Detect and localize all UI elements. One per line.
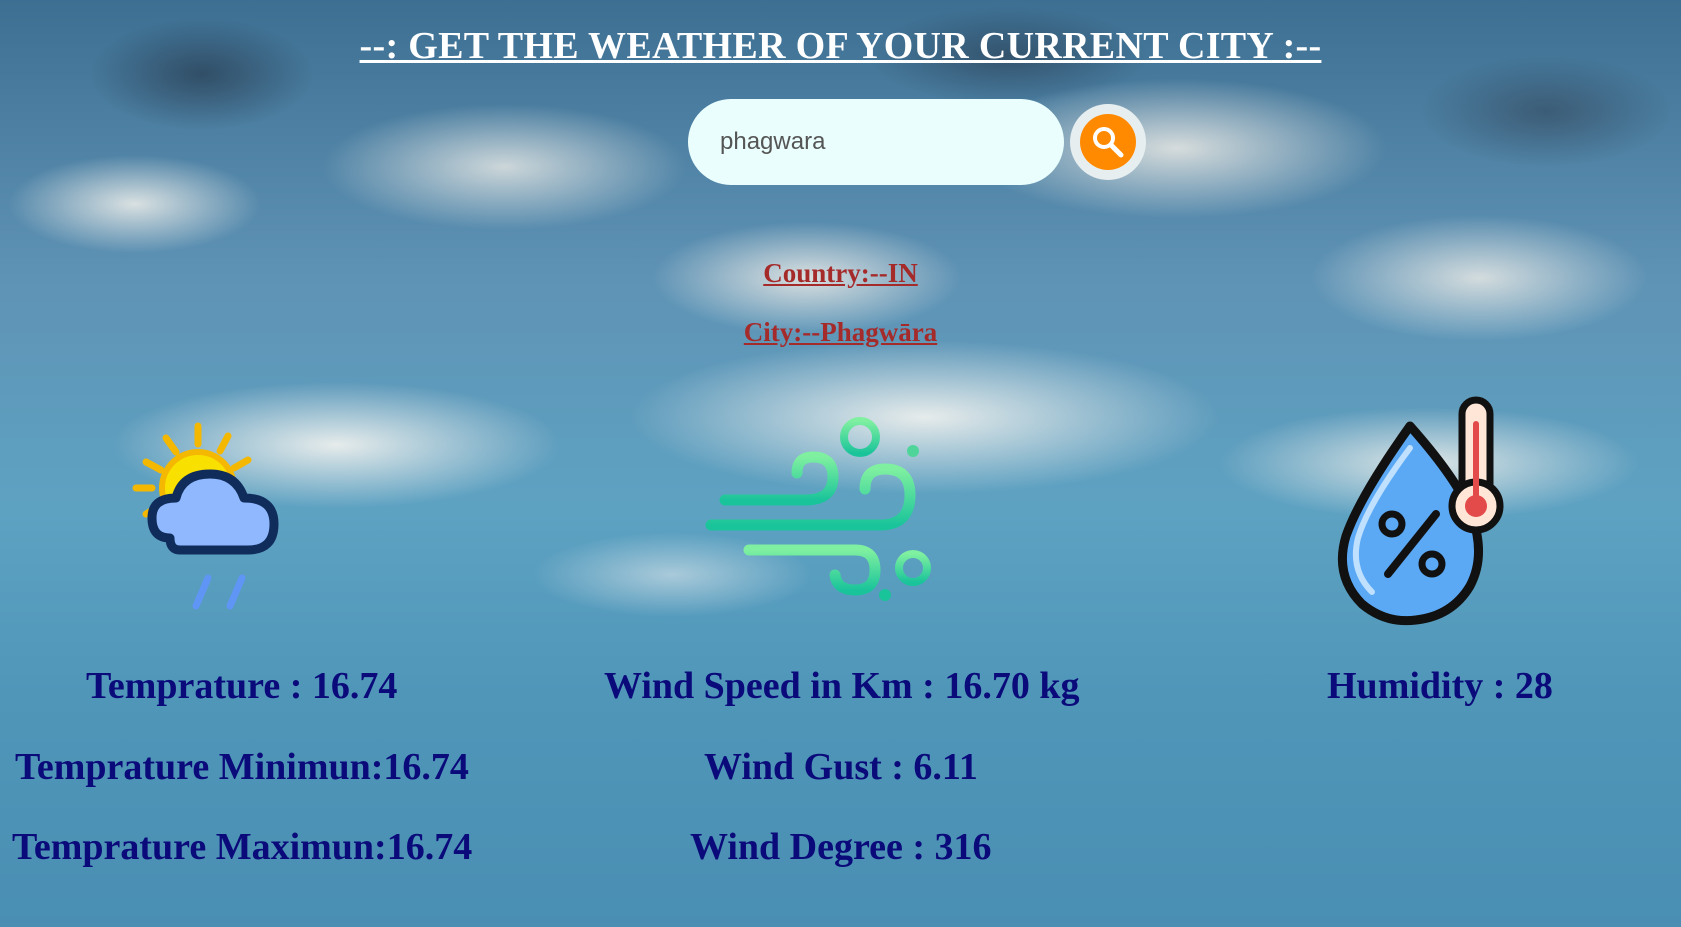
page-title: --: GET THE WEATHER OF YOUR CURRENT CITY… bbox=[359, 25, 1322, 67]
city-label: City:--Phagwāra bbox=[743, 317, 938, 347]
temperature-min-value: Temprature Minimun:16.74 bbox=[15, 746, 469, 788]
search-button[interactable] bbox=[1070, 104, 1146, 180]
wind-degree-value: Wind Degree : 316 bbox=[690, 826, 992, 868]
search-icon bbox=[1080, 114, 1136, 170]
wind-gust-value: Wind Gust : 6.11 bbox=[704, 746, 978, 788]
search-bar bbox=[688, 99, 1146, 185]
city-search-input[interactable] bbox=[688, 99, 1064, 185]
temperature-value: Temprature : 16.74 bbox=[86, 665, 398, 707]
temperature-max-value: Temprature Maximun:16.74 bbox=[12, 826, 473, 868]
humidity-value: Humidity : 28 bbox=[1327, 665, 1553, 707]
sun-cloud-rain-icon bbox=[130, 418, 310, 618]
humidity-thermometer-icon bbox=[1332, 396, 1507, 626]
wind-icon bbox=[705, 415, 935, 610]
wind-speed-value: Wind Speed in Km : 16.70 kg bbox=[604, 665, 1080, 707]
country-label: Country:--IN bbox=[763, 258, 918, 288]
